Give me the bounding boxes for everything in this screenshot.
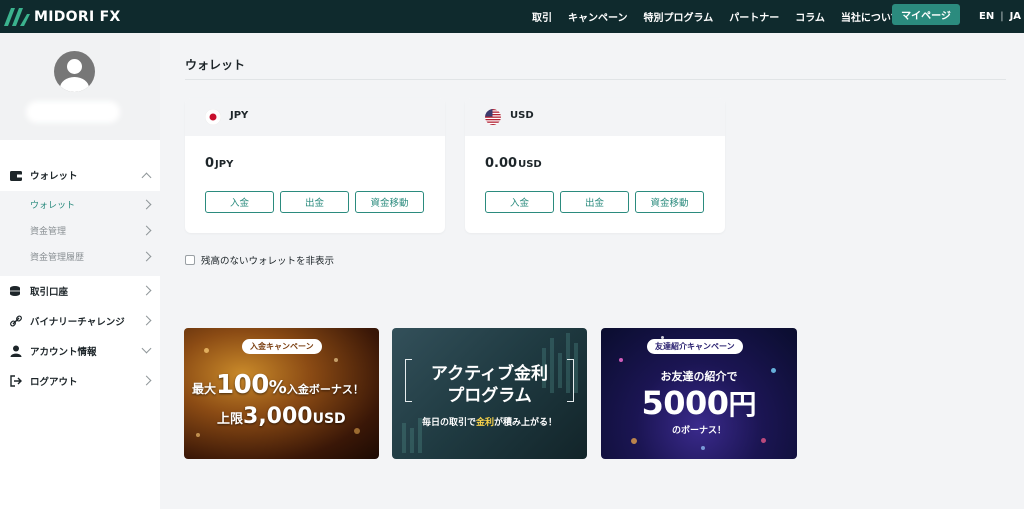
program-title-line2: プログラム [447, 386, 532, 406]
wallet-balance: 0.00USD [485, 156, 542, 171]
limit-unit: USD [312, 411, 346, 427]
sidebar-label-trading-account: 取引口座 [30, 287, 69, 298]
avatar [54, 51, 95, 92]
wallet-currency: JPY [230, 110, 249, 121]
chevron-right-icon [141, 315, 152, 326]
wallet-submenu: ウォレット 資金管理 資金管理履歴 [0, 191, 160, 276]
headline-percent: % [268, 377, 287, 398]
lang-en[interactable]: EN [979, 11, 994, 22]
wallet-card-jpy: JPY 0JPY 入金 出金 資金移動 [185, 98, 445, 233]
nav-column[interactable]: コラム [795, 9, 825, 24]
nav-special-program[interactable]: 特別プログラム [644, 9, 714, 24]
subitem-label: 資金管理履歴 [30, 252, 85, 263]
chevron-up-icon [141, 172, 152, 183]
sidebar-label-logout: ログアウト [30, 377, 78, 388]
headline-prefix: 最大 [192, 382, 217, 396]
bonus-headline: 最大100%入金ボーナス！ [192, 370, 364, 400]
nav-trading[interactable]: 取引 [532, 9, 552, 24]
nav-campaign[interactable]: キャンペーン [568, 9, 628, 24]
balance-value: 0.00 [485, 156, 518, 171]
wallet-currency: USD [510, 110, 534, 121]
referral-unit: 円 [728, 388, 757, 421]
wallet-card-header: JPY [185, 98, 445, 136]
midori-logo-icon [4, 7, 30, 26]
sidebar-subitem-fund-history[interactable]: 資金管理履歴 [0, 243, 160, 269]
wallet-icon [10, 169, 22, 181]
balance-value: 0 [205, 156, 215, 171]
transfer-button[interactable]: 資金移動 [635, 191, 704, 213]
hide-empty-wallets-row[interactable]: 残高のないウォレットを非表示 [185, 253, 334, 267]
profile-area [0, 33, 160, 140]
page-title: ウォレット [185, 58, 246, 72]
wallet-card-header: USD [465, 98, 725, 136]
campaign-badge: 友達紹介キャンペーン [647, 339, 743, 354]
sidebar-label-account-info: アカウント情報 [30, 347, 97, 358]
us-flag-icon [485, 109, 501, 125]
chevron-right-icon [141, 199, 152, 210]
sidebar-subitem-wallet[interactable]: ウォレット [0, 191, 160, 217]
tagline-highlight: 金利 [475, 418, 494, 428]
withdraw-button[interactable]: 出金 [560, 191, 629, 213]
limit-number: 3,000 [243, 404, 313, 429]
wallet-balance: 0JPY [205, 156, 233, 171]
deposit-button[interactable]: 入金 [485, 191, 554, 213]
chevron-right-icon [141, 225, 152, 236]
tagline-part: が積み上がる！ [494, 418, 558, 428]
program-tagline: 毎日の取引で金利が積み上がる！ [392, 415, 587, 428]
japan-flag-icon [205, 109, 221, 125]
active-interest-banner[interactable]: アクティブ金利 プログラム 毎日の取引で金利が積み上がる！ [392, 328, 587, 459]
chevron-down-icon [141, 343, 152, 354]
balance-unit: JPY [215, 159, 234, 170]
hide-empty-label: 残高のないウォレットを非表示 [201, 256, 335, 267]
sidebar-item-account-info[interactable]: アカウント情報 [0, 336, 160, 366]
lang-ja[interactable]: JA [1010, 11, 1021, 22]
divider [185, 79, 1006, 80]
sidebar-item-trading-account[interactable]: 取引口座 [0, 276, 160, 306]
chevron-right-icon [141, 285, 152, 296]
hide-empty-checkbox[interactable] [185, 255, 195, 265]
sidebar-label-binary-challenge: バイナリーチャレンジ [30, 317, 125, 328]
user-icon [10, 345, 22, 357]
link-icon [10, 315, 22, 327]
referral-line3: のボーナス！ [671, 426, 726, 436]
wallet-card-usd: USD 0.00USD 入金 出金 資金移動 [465, 98, 725, 233]
sidebar-item-wallet[interactable]: ウォレット [0, 160, 160, 190]
chevron-right-icon [141, 375, 152, 386]
referral-amount: 5000円 [601, 383, 797, 423]
sidebar-item-binary-challenge[interactable]: バイナリーチャレンジ [0, 306, 160, 336]
referral-number: 5000 [641, 384, 729, 422]
tagline-part: 毎日の取引で [421, 418, 476, 428]
mypage-button[interactable]: マイページ [892, 4, 960, 25]
sidebar-subitem-fund-management[interactable]: 資金管理 [0, 217, 160, 243]
lang-separator: | [1000, 11, 1004, 22]
balance-unit: USD [518, 159, 542, 170]
logo-text: MIDORI FX [34, 8, 121, 25]
bonus-limit: 上限3,000USD [217, 404, 346, 429]
subitem-label: ウォレット [30, 200, 76, 211]
campaign-badge: 入金キャンペーン [242, 339, 322, 354]
referral-line1: お友達の紹介で [660, 370, 738, 383]
sidebar-label-wallet: ウォレット [30, 171, 78, 182]
sidebar: ウォレット ウォレット 資金管理 資金管理履歴 取引口座 バイナリーチャレンジ [0, 33, 160, 509]
top-header: MIDORI FX 取引 キャンペーン 特別プログラム パートナー コラム 当社… [0, 0, 1024, 33]
coins-icon [10, 285, 22, 297]
withdraw-button[interactable]: 出金 [280, 191, 349, 213]
sidebar-item-logout[interactable]: ログアウト [0, 366, 160, 396]
language-switcher: EN | JA [979, 0, 1021, 33]
limit-prefix: 上限 [217, 412, 244, 427]
main-nav: 取引 キャンペーン 特別プログラム パートナー コラム 当社について [532, 0, 917, 33]
headline-number: 100 [216, 370, 269, 400]
chevron-right-icon [141, 251, 152, 262]
referral-campaign-banner[interactable]: 友達紹介キャンペーン お友達の紹介で 5000円 のボーナス！ [601, 328, 797, 459]
deposit-campaign-banner[interactable]: 入金キャンペーン 最大100%入金ボーナス！ 上限3,000USD [184, 328, 379, 459]
nav-partner[interactable]: パートナー [729, 9, 779, 24]
transfer-button[interactable]: 資金移動 [355, 191, 424, 213]
subitem-label: 資金管理 [30, 226, 67, 237]
blurred-username [26, 101, 120, 123]
logo[interactable]: MIDORI FX [4, 7, 121, 26]
logout-icon [10, 375, 22, 387]
deposit-button[interactable]: 入金 [205, 191, 274, 213]
headline-suffix: 入金ボーナス！ [286, 383, 364, 396]
